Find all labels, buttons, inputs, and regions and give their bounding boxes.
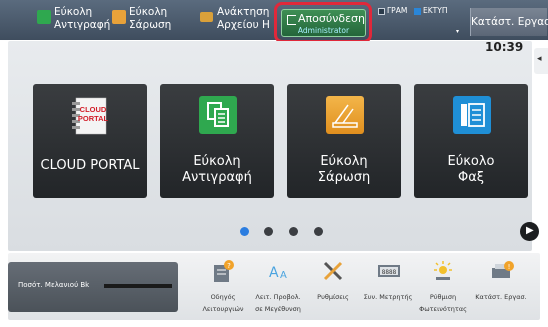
top-bar: Εύκολη Αντιγραφή Εύκολη Σάρωση Ανάκτηση Αρχ… xyxy=(0,0,548,43)
settings-icon xyxy=(322,260,344,282)
highlight-frame xyxy=(274,2,372,43)
svg-text:!: ! xyxy=(508,263,511,271)
page-indicator-active[interactable] xyxy=(240,227,249,236)
shortcut-easy-copy[interactable]: Εύκολη Αντιγραφή xyxy=(37,6,110,36)
copy-icon xyxy=(37,10,51,24)
svg-text:A: A xyxy=(280,270,287,281)
page-indicator[interactable] xyxy=(314,227,323,236)
shortcut-easy-scan[interactable]: Εύκολη Σάρωση xyxy=(112,6,172,36)
tile-easy-scan[interactable]: Εύκολη Σάρωση xyxy=(287,84,401,198)
dock-label: Ρυθμίσεις xyxy=(317,293,349,301)
svg-text:?: ? xyxy=(227,262,231,270)
dock-label: Φωτεινότητας xyxy=(419,305,467,313)
folder-icon xyxy=(200,12,213,22)
shortcut-label: Ανάκτηση xyxy=(217,6,270,18)
dock-total-count[interactable]: 8888 Συν. Μετρητής xyxy=(361,260,413,318)
tile-label: Σάρωση xyxy=(317,170,371,185)
shortcut-label: Σάρωση xyxy=(129,19,172,31)
dock-label: Κατάστ. Εργασ. xyxy=(475,293,527,301)
toner-label: Ποσότ. Μελανιού Bk xyxy=(18,281,90,289)
enlarge-display-icon: AA xyxy=(267,260,289,282)
svg-text:A: A xyxy=(269,265,279,281)
status-expand-icon[interactable]: ▾ xyxy=(456,28,459,35)
tile-label: Εύκολη xyxy=(193,154,241,169)
svg-text:PORTAL: PORTAL xyxy=(78,114,109,123)
home-screen: Εύκολη Αντιγραφή Εύκολη Σάρωση Ανάκτηση Αρχ… xyxy=(0,0,548,327)
dock-settings[interactable]: Ρυθμίσεις xyxy=(306,260,358,318)
tile-easy-fax[interactable]: Εύκολο Φαξ xyxy=(414,84,528,198)
job-status-icon: ! xyxy=(490,260,514,282)
dock-label: Συν. Μετρητής xyxy=(363,293,413,301)
tile-label: CLOUD PORTAL xyxy=(40,158,140,173)
next-page-button[interactable]: ▶ xyxy=(520,222,539,241)
scan-icon xyxy=(112,10,126,24)
tile-cloud-portal[interactable]: CLOUD PORTAL CLOUD PORTAL xyxy=(33,84,147,198)
tile-label: Εύκολο xyxy=(447,154,495,169)
shortcut-label: Εύκολη xyxy=(54,6,93,18)
fax-icon xyxy=(453,96,491,134)
page-indicator[interactable] xyxy=(289,227,298,236)
dock-label: Λειτουργιών xyxy=(202,305,244,313)
svg-text:8888: 8888 xyxy=(382,269,397,276)
dock-label: Οδηγός xyxy=(210,293,236,301)
dock-enlarge-display[interactable]: AA Λειτ. Προβολ. σε Μεγέθυνση xyxy=(251,260,303,318)
toner-bar xyxy=(104,284,172,288)
tile-label: Φαξ xyxy=(457,170,485,185)
scan-icon xyxy=(326,96,364,134)
shortcut-label: Αντιγραφή xyxy=(54,19,111,31)
dock-label: σε Μεγέθυνση xyxy=(255,305,301,313)
dock-brightness[interactable]: Ρύθμιση Φωτεινότητας xyxy=(416,260,468,318)
copy-icon xyxy=(199,96,237,134)
job-status-button[interactable]: Κατάστ. Εργασ. xyxy=(470,8,548,36)
print-status-icon xyxy=(414,8,421,15)
side-panel-tab[interactable]: ◂ xyxy=(534,48,548,74)
cloud-portal-icon: CLOUD PORTAL xyxy=(72,96,110,135)
dock-label: Λειτ. Προβολ. xyxy=(255,293,301,301)
toner-level-panel: Ποσότ. Μελανιού Bk xyxy=(8,262,178,312)
dock-job-status[interactable]: ! Κατάστ. Εργασ. xyxy=(474,260,527,318)
memory-status-label: ΓΡΑΜ xyxy=(387,6,408,15)
dock-label: Ρύθμιση xyxy=(429,293,457,301)
tile-easy-copy[interactable]: Εύκολη Αντιγραφή xyxy=(160,84,274,198)
tile-label: Αντιγραφή xyxy=(182,170,252,185)
dock-operation-guide[interactable]: ? Οδηγός Λειτουργιών xyxy=(196,260,248,318)
memory-status-icon xyxy=(378,8,385,15)
operation-guide-icon: ? xyxy=(212,260,234,282)
tile-label: Εύκολη xyxy=(320,154,368,169)
play-icon: ▶ xyxy=(526,225,534,236)
svg-text:CLOUD: CLOUD xyxy=(80,105,107,114)
brightness-icon xyxy=(432,260,454,282)
clock: 10:39 xyxy=(485,40,524,54)
total-count-icon: 8888 xyxy=(377,260,400,282)
chevron-left-icon: ◂ xyxy=(537,54,542,64)
shortcut-file-retrieve[interactable]: Ανάκτηση Αρχείου Η xyxy=(200,6,272,36)
shortcut-label: Αρχείου Η xyxy=(217,19,270,31)
page-indicator[interactable] xyxy=(264,227,273,236)
print-status-label: ΕΚΤΥΠ xyxy=(423,6,448,15)
shortcut-label: Εύκολη xyxy=(129,6,168,18)
